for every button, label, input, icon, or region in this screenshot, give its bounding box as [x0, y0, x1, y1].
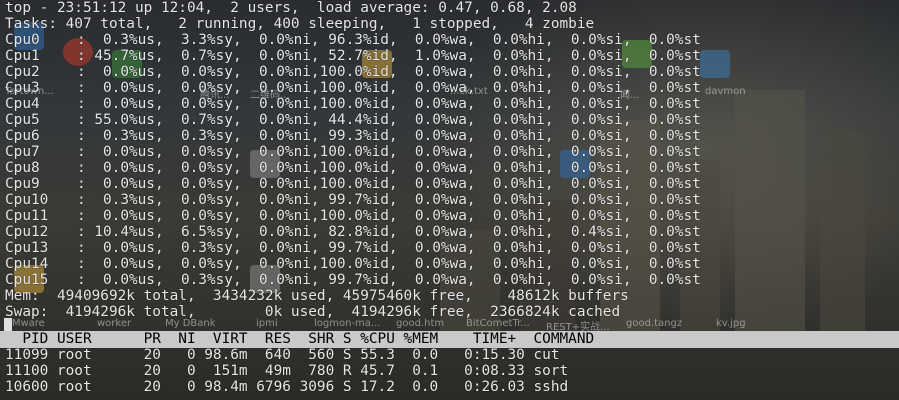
cpu-stats: : 0.0%us, 0.0%sy, 0.0%ni,100.0%id, 0.0%w…: [77, 208, 701, 224]
cpu-stats: : 0.0%us, 0.0%sy, 0.0%ni,100.0%id, 0.0%w…: [77, 160, 701, 176]
cpu-name: Cpu0: [5, 32, 40, 48]
cpu-name: Cpu13: [5, 240, 49, 256]
process-row[interactable]: 11099 root 20 0 98.6m 640 560 S 55.3 0.0…: [5, 347, 594, 363]
cpu-name: Cpu5: [5, 112, 40, 128]
process-row[interactable]: 10600 root 20 0 98.4m 6796 3096 S 17.2 0…: [5, 379, 594, 395]
cpu-stats: : 0.0%us, 0.0%sy, 0.0%ni,100.0%id, 0.0%w…: [77, 80, 701, 96]
cpu-name: Cpu4: [5, 96, 40, 112]
cpu-name: Cpu8: [5, 160, 40, 176]
cpu-name: Cpu2: [5, 64, 40, 80]
cpu-line: Cpu2 : 0.0%us, 0.0%sy, 0.0%ni,100.0%id, 0…: [5, 64, 701, 80]
process-table: PID USER PR NI VIRT RES SHR S %CPU %MEM …: [5, 331, 594, 395]
cpu-line: Cpu9 : 0.0%us, 0.0%sy, 0.0%ni,100.0%id, 0…: [5, 176, 701, 192]
desktop-icon-label: kv.jpg: [716, 318, 746, 329]
cpu-line: Cpu0 : 0.3%us, 3.3%sy, 0.0%ni, 96.3%id, 0…: [5, 32, 701, 48]
building-shape: [820, 130, 865, 340]
desktop-icon-label: davmon: [705, 86, 746, 97]
cpu-line: Cpu1 : 45.7%us, 0.7%sy, 0.0%ni, 52.7%id, …: [5, 48, 701, 64]
building-shape: [735, 90, 805, 340]
cpu-name: Cpu15: [5, 272, 49, 288]
process-table-header: PID USER PR NI VIRT RES SHR S %CPU %MEM …: [5, 331, 595, 347]
cpu-line: Cpu7 : 0.0%us, 0.0%sy, 0.0%ni,100.0%id, 0…: [5, 144, 701, 160]
cpu-name: Cpu12: [5, 224, 49, 240]
mem-line: Mem: 49409692k total, 3434232k used, 459…: [5, 288, 629, 304]
cpu-stats: : 0.3%us, 3.3%sy, 0.0%ni, 96.3%id, 0.0%w…: [77, 32, 701, 48]
cpu-line: Cpu13 : 0.0%us, 0.3%sy, 0.0%ni, 99.7%id, …: [5, 240, 701, 256]
tasks-line: Tasks: 407 total, 2 running, 400 sleepin…: [5, 16, 595, 32]
process-row[interactable]: 11100 root 20 0 151m 49m 780 R 45.7 0.1 …: [5, 363, 594, 379]
desktop-app-icon: [700, 50, 730, 78]
cpu-name: Cpu1: [5, 48, 40, 64]
cpu-name: Cpu10: [5, 192, 49, 208]
cpu-line: Cpu3 : 0.0%us, 0.0%sy, 0.0%ni,100.0%id, 0…: [5, 80, 701, 96]
swap-line: Swap: 4194296k total, 0k used, 4194296k …: [5, 304, 621, 320]
cpu-line: Cpu10 : 0.3%us, 0.0%sy, 0.0%ni, 99.7%id, …: [5, 192, 701, 208]
cpu-stats: : 45.7%us, 0.7%sy, 0.0%ni, 52.7%id, 1.0%…: [77, 48, 701, 64]
cpu-stats: : 0.0%us, 0.0%sy, 0.0%ni,100.0%id, 0.0%w…: [77, 64, 701, 80]
cpu-line: Cpu6 : 0.3%us, 0.3%sy, 0.0%ni, 99.3%id, 0…: [5, 128, 701, 144]
cpu-name: Cpu7: [5, 144, 40, 160]
cpu-line: Cpu5 : 55.0%us, 0.7%sy, 0.0%ni, 44.4%id, …: [5, 112, 701, 128]
cpu-stats: : 0.0%us, 0.0%sy, 0.0%ni,100.0%id, 0.0%w…: [77, 176, 701, 192]
cpu-line: Cpu12 : 10.4%us, 6.5%sy, 0.0%ni, 82.8%id,…: [5, 224, 701, 240]
cpu-name: Cpu9: [5, 176, 40, 192]
cpu-line: Cpu15 : 0.0%us, 0.3%sy, 0.0%ni, 99.7%id, …: [5, 272, 701, 288]
cpu-stats: : 0.0%us, 0.0%sy, 0.0%ni,100.0%id, 0.0%w…: [77, 256, 701, 272]
cpu-line: Cpu8 : 0.0%us, 0.0%sy, 0.0%ni,100.0%id, 0…: [5, 160, 701, 176]
cpu-stats: : 0.0%us, 0.0%sy, 0.0%ni,100.0%id, 0.0%w…: [77, 96, 701, 112]
top-output: top - 23:51:12 up 12:04, 2 users, load a…: [5, 0, 701, 320]
cpu-name: Cpu14: [5, 256, 49, 272]
cpu-stats: : 0.3%us, 0.3%sy, 0.0%ni, 99.3%id, 0.0%w…: [77, 128, 701, 144]
cpu-name: Cpu3: [5, 80, 40, 96]
cpu-stats: : 55.0%us, 0.7%sy, 0.0%ni, 44.4%id, 0.0%…: [77, 112, 701, 128]
cpu-stats: : 0.3%us, 0.0%sy, 0.0%ni, 99.7%id, 0.0%w…: [77, 192, 701, 208]
cpu-line: Cpu11 : 0.0%us, 0.0%sy, 0.0%ni,100.0%id, …: [5, 208, 701, 224]
cpu-line: Cpu14 : 0.0%us, 0.0%sy, 0.0%ni,100.0%id, …: [5, 256, 701, 272]
cpu-stats: : 0.0%us, 0.3%sy, 0.0%ni, 99.7%id, 0.0%w…: [77, 240, 701, 256]
prompt-cursor-row: [4, 316, 12, 331]
cpu-name: Cpu11: [5, 208, 49, 224]
cpu-line: Cpu4 : 0.0%us, 0.0%sy, 0.0%ni,100.0%id, 0…: [5, 96, 701, 112]
cpu-stats: : 0.0%us, 0.3%sy, 0.0%ni, 99.7%id, 0.0%w…: [77, 272, 701, 288]
cpu-stats: : 10.4%us, 6.5%sy, 0.0%ni, 82.8%id, 0.0%…: [77, 224, 701, 240]
terminal-cursor: [4, 317, 12, 331]
cpu-name: Cpu6: [5, 128, 40, 144]
cpu-stats: : 0.0%us, 0.0%sy, 0.0%ni,100.0%id, 0.0%w…: [77, 144, 701, 160]
top-uptime-line: top - 23:51:12 up 12:04, 2 users, load a…: [5, 0, 577, 16]
